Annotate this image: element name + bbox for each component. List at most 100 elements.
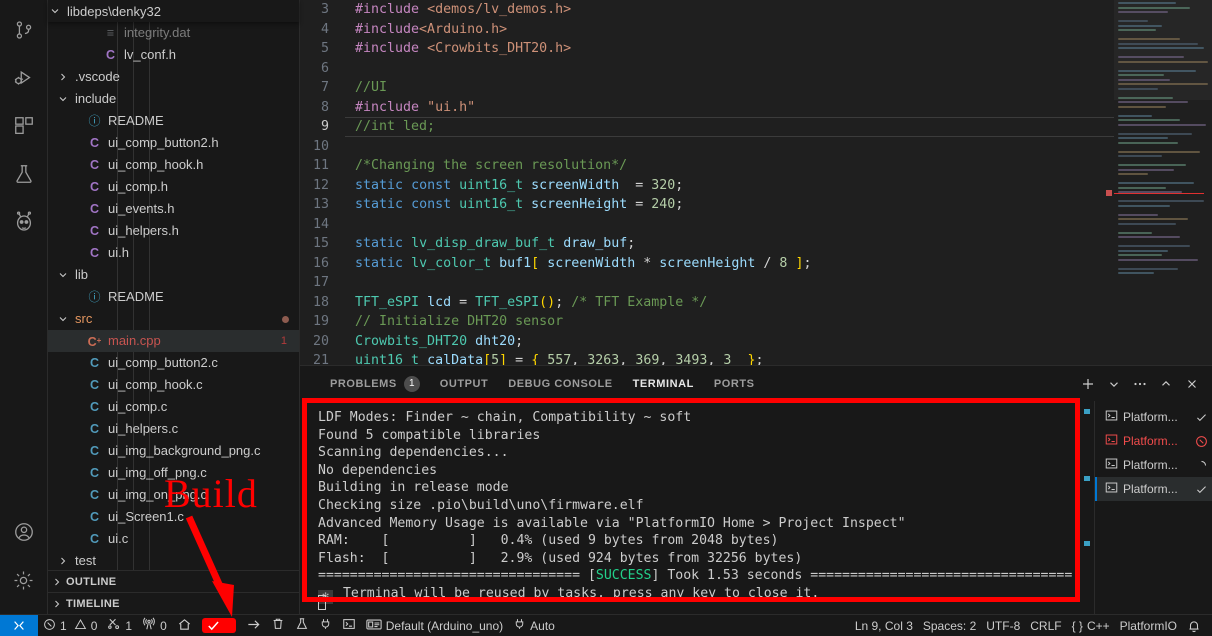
code-line[interactable]: 6 xyxy=(300,59,1114,79)
panel-tab-ports[interactable]: PORTS xyxy=(704,366,765,401)
code-line[interactable]: 8#include "ui.h" xyxy=(300,98,1114,118)
tree-item[interactable]: .vscode xyxy=(48,66,299,88)
terminal-output[interactable]: LDF Modes: Finder ~ chain, Compatibility… xyxy=(300,401,1094,614)
panel-tab-problems[interactable]: PROBLEMS1 xyxy=(320,366,430,401)
code-line[interactable]: 15static lv_disp_draw_buf_t draw_buf; xyxy=(300,234,1114,254)
accounts-icon[interactable] xyxy=(0,508,48,556)
terminal-scrollbar[interactable] xyxy=(1082,401,1094,614)
panel-tab-bar[interactable]: PROBLEMS1OUTPUTDEBUG CONSOLETERMINALPORT… xyxy=(300,366,1212,401)
code-line[interactable]: 16static lv_color_t buf1[ screenWidth * … xyxy=(300,254,1114,274)
status-platformio-monitor[interactable] xyxy=(314,615,337,636)
status-platformio-env[interactable]: Default (Arduino_uno) xyxy=(361,615,508,636)
code-line[interactable]: 11/*Changing the screen resolution*/ xyxy=(300,156,1114,176)
status-editor-eol[interactable]: CRLF xyxy=(1025,615,1066,636)
editor-code-surface[interactable]: 3#include <demos/lv_demos.h>4#include<Ar… xyxy=(300,0,1114,365)
code-line[interactable]: 17 xyxy=(300,273,1114,293)
more-actions-icon[interactable] xyxy=(1128,372,1152,396)
tree-item[interactable]: ⓘREADME xyxy=(48,286,299,308)
status-editor-encoding[interactable]: UTF-8 xyxy=(981,615,1025,636)
tree-item[interactable]: Cui_helpers.c xyxy=(48,418,299,440)
terminal-container[interactable]: LDF Modes: Finder ~ chain, Compatibility… xyxy=(300,401,1094,614)
close-panel-icon[interactable] xyxy=(1180,372,1204,396)
terminal-line: LDF Modes: Finder ~ chain, Compatibility… xyxy=(318,409,1094,427)
tree-item[interactable]: Cui_comp_button2.c xyxy=(48,352,299,374)
code-line[interactable]: 5#include <Crowbits_DHT20.h> xyxy=(300,39,1114,59)
status-radio-tower[interactable]: 0 xyxy=(137,615,172,636)
source-control-icon[interactable] xyxy=(0,6,48,54)
status-platformio-new-terminal[interactable] xyxy=(337,615,361,636)
notifications-bell-icon[interactable] xyxy=(1182,615,1206,636)
tree-item[interactable]: Cui_events.h xyxy=(48,198,299,220)
tree-twisty-spacer xyxy=(72,154,86,176)
tree-item[interactable]: Cui.h xyxy=(48,242,299,264)
tree-item[interactable]: lib xyxy=(48,264,299,286)
tree-item[interactable]: Cui_helpers.h xyxy=(48,220,299,242)
testing-icon[interactable] xyxy=(0,150,48,198)
chevron-down-icon[interactable] xyxy=(1102,372,1126,396)
tree-item-selected[interactable]: C+main.cpp1 xyxy=(48,330,299,352)
tree-item-label: ui_comp_hook.h xyxy=(108,154,203,176)
beaker-icon xyxy=(295,617,309,634)
tree-item[interactable]: Cui_img_background_png.c xyxy=(48,440,299,462)
code-line[interactable]: 10 xyxy=(300,137,1114,157)
tree-item[interactable]: Clv_conf.h xyxy=(48,44,299,66)
maximize-panel-icon[interactable] xyxy=(1154,372,1178,396)
tree-item[interactable]: src xyxy=(48,308,299,330)
status-ports-forwarded[interactable]: 1 xyxy=(102,615,137,636)
minimap-line xyxy=(1118,218,1188,220)
tree-item[interactable]: Cui_comp.h xyxy=(48,176,299,198)
tree-item[interactable]: Cui_comp.c xyxy=(48,396,299,418)
activity-bar-bottom xyxy=(0,508,48,614)
code-line-current[interactable]: 9//int led; xyxy=(300,117,1114,137)
code-line[interactable]: 13static const uint16_t screenHeight = 2… xyxy=(300,195,1114,215)
panel-tab-output[interactable]: OUTPUT xyxy=(430,366,499,401)
status-editor-position[interactable]: Ln 9, Col 3 xyxy=(850,615,918,636)
status-errors-warnings[interactable]: 1 0 xyxy=(38,615,102,636)
panel-tab-debug-console[interactable]: DEBUG CONSOLE xyxy=(498,366,622,401)
minimap-slider[interactable] xyxy=(1114,0,1212,100)
terminal-tab-item[interactable]: Platform... xyxy=(1095,405,1212,429)
code-line[interactable]: 18TFT_eSPI lcd = TFT_eSPI(); /* TFT Exam… xyxy=(300,293,1114,313)
terminal-tab-item[interactable]: Platform... xyxy=(1095,453,1212,477)
status-editor-language[interactable]: { } C++ xyxy=(1067,615,1115,636)
editor-scrollbar[interactable] xyxy=(1104,0,1114,365)
tree-item[interactable]: Cui_comp_hook.h xyxy=(48,154,299,176)
tree-item[interactable]: include xyxy=(48,88,299,110)
terminal-tabs-list[interactable]: Platform...Platform...Platform...Platfor… xyxy=(1094,401,1212,614)
code-line[interactable]: 20Crowbits_DHT20 dht20; xyxy=(300,332,1114,352)
code-lines[interactable]: 3#include <demos/lv_demos.h>4#include<Ar… xyxy=(300,0,1114,365)
tree-item[interactable]: Cui_comp_hook.c xyxy=(48,374,299,396)
status-platformio-clean[interactable] xyxy=(266,615,290,636)
editor-minimap[interactable] xyxy=(1114,0,1212,365)
tree-item[interactable]: Cui_comp_button2.h xyxy=(48,132,299,154)
code-line[interactable]: 4#include<Arduino.h> xyxy=(300,20,1114,40)
check-icon xyxy=(1190,411,1212,424)
status-platformio-serial-port[interactable]: Auto xyxy=(508,615,560,636)
new-terminal-icon[interactable] xyxy=(1076,372,1100,396)
extensions-icon[interactable] xyxy=(0,102,48,150)
platformio-ant-icon[interactable] xyxy=(0,198,48,246)
minimap-line xyxy=(1118,119,1180,121)
code-line[interactable]: 12static const uint16_t screenWidth = 32… xyxy=(300,176,1114,196)
terminal-tab-item[interactable]: Platform... xyxy=(1095,477,1212,501)
terminal-tab-item[interactable]: Platform... xyxy=(1095,429,1212,453)
run-and-debug-icon[interactable] xyxy=(0,54,48,102)
tree-sticky-header[interactable]: libdeps\denky32 xyxy=(48,0,299,22)
chevron-right-icon xyxy=(48,571,66,593)
status-platformio-label[interactable]: PlatformIO xyxy=(1115,615,1182,636)
code-line[interactable]: 14 xyxy=(300,215,1114,235)
remote-window-icon[interactable] xyxy=(0,615,38,636)
minimap-line xyxy=(1118,83,1208,85)
code-editor[interactable]: 3#include <demos/lv_demos.h>4#include<Ar… xyxy=(300,0,1212,365)
code-line[interactable]: 21uint16_t calData[5] = { 557, 3263, 369… xyxy=(300,351,1114,365)
settings-gear-icon[interactable] xyxy=(0,556,48,604)
status-platformio-test[interactable] xyxy=(290,615,314,636)
panel-tab-terminal[interactable]: TERMINAL xyxy=(623,366,704,401)
tree-item[interactable]: ⓘREADME xyxy=(48,110,299,132)
tree-item-label: ui.c xyxy=(108,528,128,550)
status-editor-indentation[interactable]: Spaces: 2 xyxy=(918,615,981,636)
code-line[interactable]: 3#include <demos/lv_demos.h> xyxy=(300,0,1114,20)
code-line[interactable]: 19// Initialize DHT20 sensor xyxy=(300,312,1114,332)
tree-item[interactable]: ≡integrity.dat xyxy=(48,22,299,44)
code-line[interactable]: 7//UI xyxy=(300,78,1114,98)
